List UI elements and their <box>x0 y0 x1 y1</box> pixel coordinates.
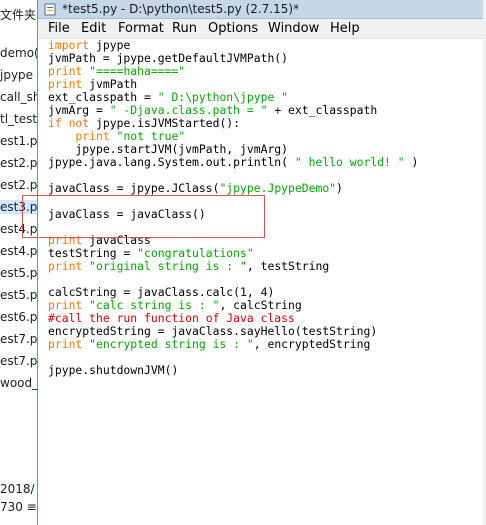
idle-editor-window: *test5.py - D:\python\test5.py (2.7.15)*… <box>37 0 486 525</box>
code-token: "encrypted string is : " <box>89 337 254 351</box>
code-token: jpype.startJVM(jvmPath, jvmArg) <box>48 142 289 156</box>
menu-run[interactable]: Run <box>172 19 197 39</box>
window-title: *test5.py - D:\python\test5.py (2.7.15)* <box>62 2 300 16</box>
code-token: jvmPath = jpype.getDefaultJVMPath() <box>48 51 289 65</box>
code-line: jpype.java.lang.System.out.println( " he… <box>48 156 418 169</box>
code-token: jpype.java.lang.System.out.println( <box>48 155 295 169</box>
annotation-highlight-box <box>22 195 265 238</box>
code-token: "original string is : " <box>89 259 247 273</box>
code-token: "====haha====" <box>89 64 186 78</box>
menu-window[interactable]: Window <box>268 19 319 39</box>
code-token: jpype.shutdownJVM() <box>48 363 179 377</box>
code-token: jvmArg = <box>48 103 110 117</box>
code-token: jvmPath <box>82 77 138 91</box>
code-token: + ext_classpath <box>267 103 378 117</box>
code-token: print <box>48 298 83 312</box>
explorer-item[interactable]: est6.py <box>0 310 39 324</box>
explorer-item[interactable]: wood_ <box>0 376 38 390</box>
explorer-item[interactable]: call_sh <box>0 90 39 104</box>
explorer-item[interactable]: est7.py <box>0 332 39 346</box>
code-token: " -Djava.class.path = " <box>109 103 268 117</box>
code-token: , testString <box>246 259 330 273</box>
code-token: "congratulations" <box>137 246 254 260</box>
python-file-icon <box>44 3 56 16</box>
code-token: print <box>75 129 110 143</box>
explorer-item[interactable]: est7.py <box>0 354 39 368</box>
menu-file[interactable]: File <box>48 19 70 39</box>
menu-bar: File Edit Format Run Options Window Help <box>38 19 486 39</box>
code-token: testString = <box>48 246 138 260</box>
code-line: print "original string is : ", testStrin… <box>48 260 418 273</box>
code-token: if not <box>48 116 90 130</box>
explorer-item[interactable]: est2.py <box>0 156 39 170</box>
code-token: javaClass = jpype.JClass( <box>48 181 220 195</box>
code-token: ) <box>404 155 419 169</box>
explorer-item[interactable]: est5.py <box>0 266 39 280</box>
code-token: calcString = javaClass.calc(1, 4) <box>48 285 275 299</box>
code-token: , calcString <box>219 298 302 312</box>
menu-format[interactable]: Format <box>118 19 164 39</box>
menu-options[interactable]: Options <box>208 19 258 39</box>
code-token: ext_classpath = <box>48 90 158 104</box>
title-bar[interactable]: *test5.py - D:\python\test5.py (2.7.15)* <box>38 0 486 19</box>
code-token: , encryptedString <box>253 337 371 351</box>
explorer-item[interactable]: jpype <box>0 68 33 82</box>
code-token: print <box>48 337 83 351</box>
code-token: ) <box>336 181 343 195</box>
code-line: javaClass = jpype.JClass("jpype.JpypeDem… <box>48 182 418 195</box>
explorer-item[interactable]: est5.py <box>0 288 39 302</box>
explorer-item[interactable]: est4.py <box>0 244 39 258</box>
background-explorer-panel: 文件夹 demo( jpype call_sh tl_test est1.py est2.p… <box>0 0 40 525</box>
code-token: encryptedString = javaClass.sayHello(tes… <box>48 324 378 338</box>
explorer-item[interactable]: 730 ≡ <box>0 500 37 514</box>
code-line: jpype.shutdownJVM() <box>48 364 418 377</box>
code-line: print "encrypted string is : ", encrypte… <box>48 338 418 351</box>
code-token: "jpype.JpypeDemo" <box>219 181 337 195</box>
explorer-item[interactable]: est2.py <box>0 178 39 192</box>
menu-help[interactable]: Help <box>330 19 360 39</box>
code-token: "not true" <box>116 129 186 143</box>
code-token: print <box>48 259 83 273</box>
code-token: #call the run function of Java class <box>48 311 295 325</box>
code-token: print <box>48 77 83 91</box>
explorer-item[interactable]: est1.py <box>0 134 39 148</box>
explorer-item[interactable]: tl_test <box>0 112 37 126</box>
code-token: "calc string is : " <box>89 298 220 312</box>
code-token: print <box>48 64 83 78</box>
code-token: " hello world! " <box>294 155 405 169</box>
explorer-item[interactable]: demo( <box>0 46 39 60</box>
code-token: jpype.isJVMStarted(): <box>89 116 241 130</box>
explorer-item[interactable]: 文件夹 <box>0 6 36 23</box>
explorer-item[interactable]: 2018/ <box>0 482 35 496</box>
code-token: " D:\python\jpype " <box>157 90 289 104</box>
code-editor[interactable]: import jpype jvmPath = jpype.getDefaultJV… <box>38 39 486 525</box>
menu-edit[interactable]: Edit <box>81 19 106 39</box>
